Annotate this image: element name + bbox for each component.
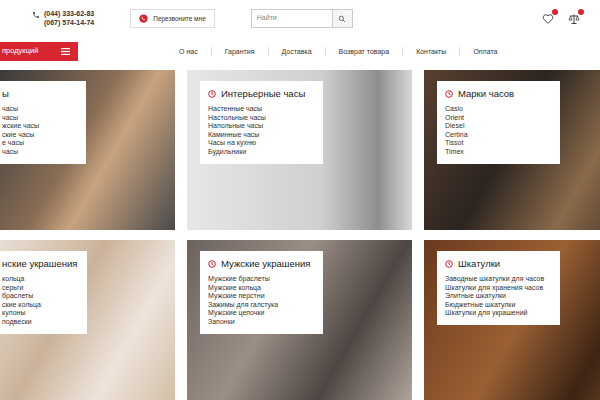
category-tile[interactable]: Марки часов CasioOrientDieselCertinaTisso…: [424, 70, 600, 230]
category-link[interactable]: Мужские браслеты: [208, 275, 313, 284]
favorites-button[interactable]: [542, 13, 554, 25]
category-link[interactable]: Настольные часы: [208, 114, 313, 123]
category-card: Марки часов CasioOrientDieselCertinaTisso…: [437, 81, 560, 164]
category-link[interactable]: Настенные часы: [208, 105, 313, 114]
page: (044) 333-62-83(067) 574-14-74 Перезвонит…: [0, 0, 600, 400]
callback-button[interactable]: Перезвоните мне: [130, 9, 215, 28]
category-link[interactable]: Мужские кольца: [208, 284, 313, 293]
search-button[interactable]: [332, 10, 352, 27]
menu-item[interactable]: Оплата: [459, 47, 510, 56]
category-link[interactable]: браслеты: [2, 292, 77, 301]
category-link[interactable]: ские часы: [2, 131, 76, 140]
menu-item[interactable]: О нас: [166, 47, 211, 56]
category-tile[interactable]: нские украшения кольцасерьгибраслетыские …: [0, 240, 175, 400]
category-link[interactable]: Будильники: [208, 148, 313, 157]
main-menu: О насГарантияДоставкаВозврат товараКонта…: [166, 47, 510, 56]
menu-icon: [61, 48, 70, 55]
compare-button[interactable]: [568, 13, 580, 25]
category-link[interactable]: серьги: [2, 284, 77, 293]
phone-numbers: (044) 333-62-83(067) 574-14-74: [44, 10, 94, 27]
category-link[interactable]: Часы на кухню: [208, 139, 313, 148]
menu-item[interactable]: Возврат товара: [325, 47, 403, 56]
compare-badge: [578, 9, 584, 15]
category-link[interactable]: Шкатулки для украшений: [445, 309, 550, 318]
category-title[interactable]: ы: [2, 88, 76, 100]
category-icon: [208, 260, 216, 268]
search-box: [251, 9, 353, 28]
phone-icon: [32, 11, 40, 19]
category-card: Мужские украшенияМужские браслетыМужские…: [200, 251, 323, 334]
category-icon: [208, 90, 216, 98]
navigation-bar: продукций О насГарантияДоставкаВозврат то…: [0, 40, 600, 62]
category-link[interactable]: Diesel: [445, 122, 550, 131]
category-link[interactable]: кулоны: [2, 309, 77, 318]
category-tile[interactable]: Интерьерные часы Настенные часыНастольные…: [187, 70, 412, 230]
category-link[interactable]: подвески: [2, 318, 77, 327]
header: (044) 333-62-83(067) 574-14-74 Перезвонит…: [0, 0, 600, 37]
category-link[interactable]: Заводные шкатулки для часов: [445, 275, 550, 284]
category-title[interactable]: Марки часов: [445, 88, 550, 100]
category-link[interactable]: ские кольца: [2, 301, 77, 310]
category-card: ШкатулкиЗаводные шкатулки для часовШкату…: [437, 251, 560, 325]
category-card: нские украшения кольцасерьгибраслетыские …: [0, 251, 87, 334]
catalog-button[interactable]: продукций: [0, 42, 78, 61]
header-icons: [542, 13, 580, 25]
category-link[interactable]: Элитные шкатулки: [445, 292, 550, 301]
menu-item[interactable]: Контакты: [402, 47, 459, 56]
phone-number[interactable]: (067) 574-14-74: [44, 19, 94, 28]
category-title[interactable]: Шкатулки: [445, 258, 550, 270]
category-link[interactable]: Tissot: [445, 139, 550, 148]
category-link[interactable]: часы: [2, 148, 76, 157]
category-tile[interactable]: ычасычасыжские часыские часые часычасы: [0, 70, 175, 230]
category-link[interactable]: кольца: [2, 275, 77, 284]
phone-number[interactable]: (044) 333-62-83: [44, 10, 94, 19]
callback-phone-icon: [139, 14, 148, 23]
category-card: Интерьерные часы Настенные часыНастольные…: [200, 81, 323, 164]
category-link[interactable]: Certina: [445, 131, 550, 140]
category-icon: [445, 260, 453, 268]
category-grid: ычасычасыжские часыские часые часычасыИн…: [0, 70, 600, 400]
favorites-badge: [552, 9, 558, 15]
category-tile[interactable]: Мужские украшенияМужские браслетыМужские…: [187, 240, 412, 400]
search-icon: [338, 15, 346, 23]
category-link[interactable]: жские часы: [2, 122, 76, 131]
category-link[interactable]: Мужские перстни: [208, 292, 313, 301]
category-title[interactable]: Интерьерные часы: [208, 88, 313, 100]
category-link[interactable]: часы: [2, 105, 76, 114]
category-link[interactable]: е часы: [2, 139, 76, 148]
menu-item[interactable]: Гарантия: [211, 47, 268, 56]
category-link[interactable]: Запонки: [208, 318, 313, 327]
search-input[interactable]: [252, 10, 332, 27]
category-link[interactable]: Мужские цепочки: [208, 309, 313, 318]
category-link[interactable]: Шкатулки для хранения часов: [445, 284, 550, 293]
category-link[interactable]: Timex: [445, 148, 550, 157]
category-link[interactable]: Casio: [445, 105, 550, 114]
category-link[interactable]: Бюджетные шкатулки: [445, 301, 550, 310]
category-title[interactable]: нские украшения: [2, 258, 77, 270]
category-link[interactable]: Зажимы для галстука: [208, 301, 313, 310]
category-link[interactable]: Orient: [445, 114, 550, 123]
category-link[interactable]: часы: [2, 114, 76, 123]
category-icon: [445, 90, 453, 98]
category-link[interactable]: Напольные часы: [208, 122, 313, 131]
category-card: ычасычасыжские часыские часые часычасы: [0, 81, 86, 164]
category-title[interactable]: Мужские украшения: [208, 258, 313, 270]
category-tile[interactable]: ШкатулкиЗаводные шкатулки для часовШкату…: [424, 240, 600, 400]
menu-item[interactable]: Доставка: [268, 47, 325, 56]
category-link[interactable]: Каминные часы: [208, 131, 313, 140]
